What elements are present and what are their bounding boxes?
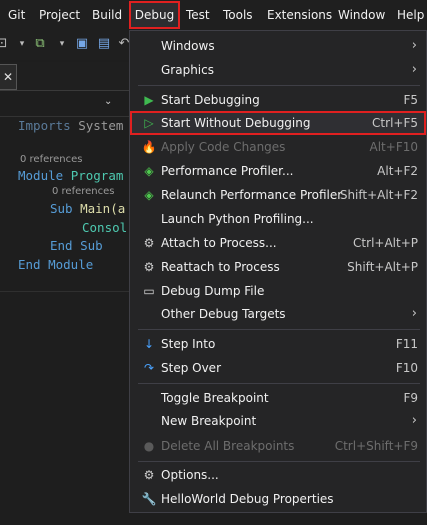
debug-menu-dropdown: Windows › Graphics › ▶ Start Debugging F… — [129, 30, 427, 513]
menu-item-toggle-breakpoint[interactable]: Toggle Breakpoint F9 — [130, 386, 426, 410]
menu-project[interactable]: Project — [39, 0, 80, 30]
chevron-down-icon[interactable]: ⌄ — [104, 96, 112, 107]
menu-item-graphics[interactable]: Graphics › — [130, 58, 426, 82]
dump-file-icon: ▭ — [143, 284, 155, 298]
menu-item-windows[interactable]: Windows › — [130, 34, 426, 58]
menu-item-launch-python-profiling[interactable]: Launch Python Profiling... — [130, 207, 426, 231]
code-line-console: Consol — [82, 220, 128, 235]
delete-breakpoints-icon: ● — [143, 439, 155, 453]
code-lens-references[interactable]: 0 references — [20, 154, 83, 165]
gear-icon: ⚙ — [143, 468, 155, 482]
add-item-icon[interactable]: ⧉ — [32, 36, 48, 52]
chevron-down-icon[interactable]: ▾ — [54, 36, 70, 52]
play-outline-icon: ▷ — [144, 116, 154, 130]
chevron-right-icon: › — [411, 413, 417, 428]
code-line-end-module: End Module — [18, 257, 94, 272]
chevron-down-icon[interactable]: ▾ — [14, 36, 30, 52]
menu-help[interactable]: Help — [397, 0, 424, 30]
menu-item-new-breakpoint[interactable]: New Breakpoint › — [130, 409, 426, 433]
menu-test[interactable]: Test — [186, 0, 210, 30]
code-lens-references[interactable]: 0 references — [52, 186, 115, 197]
menu-item-start-debugging[interactable]: ▶ Start Debugging F5 — [130, 88, 426, 112]
menu-separator — [138, 461, 420, 462]
code-line-end-sub: End Sub — [50, 238, 103, 253]
new-item-icon[interactable]: ⊡ — [0, 36, 10, 52]
menu-separator — [138, 383, 420, 384]
chevron-right-icon: › — [411, 38, 417, 53]
menu-separator — [138, 85, 420, 86]
menu-debug[interactable]: Debug — [129, 1, 180, 29]
attach-process-icon: ⚙ — [143, 236, 155, 250]
profiler-icon: ◈ — [144, 164, 154, 178]
menu-item-start-without-debugging[interactable]: ▷ Start Without Debugging Ctrl+F5 — [130, 111, 426, 135]
menu-item-attach-to-process[interactable]: ⚙ Attach to Process... Ctrl+Alt+P — [130, 231, 426, 255]
code-line-sub-main: Sub Main(a — [50, 201, 126, 216]
wrench-icon: 🔧 — [141, 492, 157, 506]
menu-item-step-over[interactable]: ↷ Step Over F10 — [130, 356, 426, 380]
step-into-icon: ↓ — [143, 337, 155, 351]
close-tab-icon[interactable]: ✕ — [0, 64, 17, 90]
menu-item-performance-profiler[interactable]: ◈ Performance Profiler... Alt+F2 — [130, 159, 426, 183]
menu-git[interactable]: Git — [8, 0, 25, 30]
document-tab-strip — [0, 62, 130, 91]
menu-separator — [138, 329, 420, 330]
editor-divider — [0, 291, 130, 292]
save-icon[interactable]: ▣ — [74, 36, 90, 52]
code-line-imports: Imports System — [18, 118, 124, 133]
menu-item-delete-all-breakpoints[interactable]: ● Delete All Breakpoints Ctrl+Shift+F9 — [130, 434, 426, 458]
menu-tools[interactable]: Tools — [223, 0, 253, 30]
menu-item-apply-code-changes[interactable]: 🔥 Apply Code Changes Alt+F10 — [130, 135, 426, 159]
menu-build[interactable]: Build — [92, 0, 122, 30]
menu-item-options[interactable]: ⚙ Options... — [130, 463, 426, 487]
menu-item-reattach-to-process[interactable]: ⚙ Reattach to Process Shift+Alt+P — [130, 255, 426, 279]
menu-item-helloworld-debug-properties[interactable]: 🔧 HelloWorld Debug Properties — [130, 487, 426, 511]
menu-item-relaunch-performance-profiler[interactable]: ◈ Relaunch Performance Profiler Shift+Al… — [130, 183, 426, 207]
menu-item-debug-dump-file[interactable]: ▭ Debug Dump File — [130, 279, 426, 303]
step-over-icon: ↷ — [143, 361, 155, 375]
play-filled-icon: ▶ — [144, 93, 154, 107]
chevron-right-icon: › — [411, 62, 417, 77]
menu-bar: Git Project Build Debug Test Tools Exten… — [0, 0, 427, 30]
menu-extensions[interactable]: Extensions — [267, 0, 332, 30]
hot-reload-icon: 🔥 — [141, 140, 157, 154]
relaunch-profiler-icon: ◈ — [144, 188, 154, 202]
reattach-process-icon: ⚙ — [143, 260, 155, 274]
menu-window[interactable]: Window — [338, 0, 385, 30]
chevron-right-icon: › — [411, 306, 417, 321]
menu-item-step-into[interactable]: ↓ Step Into F11 — [130, 332, 426, 356]
save-all-icon[interactable]: ▤ — [96, 36, 112, 52]
menu-item-other-debug-targets[interactable]: Other Debug Targets › — [130, 302, 426, 326]
code-line-module: Module Program — [18, 168, 124, 183]
